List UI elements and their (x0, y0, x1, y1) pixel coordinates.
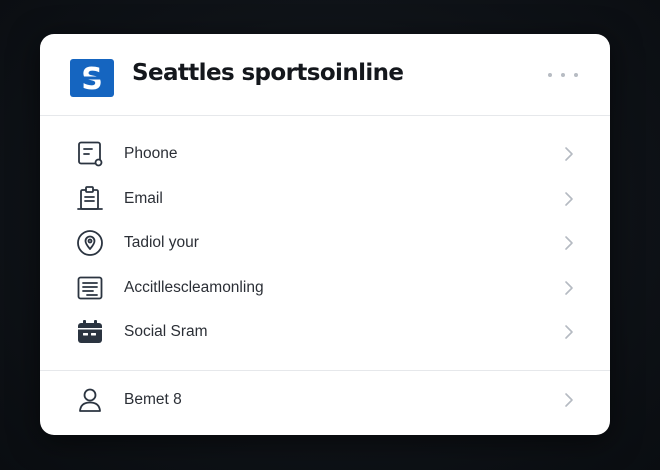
chevron-right-icon (562, 144, 576, 164)
chevron-right-icon (562, 233, 576, 253)
chevron-right-icon (562, 390, 576, 410)
section-divider (40, 370, 610, 371)
menu-item-location[interactable]: Tadiol your (40, 221, 610, 266)
document-list-icon (75, 273, 105, 303)
menu-item-label: Email (124, 189, 163, 207)
calendar-icon (75, 317, 105, 347)
more-horizontal-icon (561, 73, 565, 77)
menu-item-label: Tadiol your (124, 234, 199, 252)
user-icon (75, 385, 105, 415)
menu-item-account[interactable]: Accitllescleamonling (40, 266, 610, 311)
menu-item-label: Phoone (124, 145, 178, 163)
menu-item-profile[interactable]: Bemet 8 (40, 378, 610, 422)
page-title: Seattles sportsoinline (132, 60, 404, 86)
more-horizontal-icon (574, 73, 578, 77)
menu-item-label: Accitllescleamonling (124, 278, 264, 296)
location-pin-icon (75, 228, 105, 258)
menu-item-social[interactable]: Social Sram (40, 310, 610, 355)
chevron-right-icon (562, 189, 576, 209)
menu-item-email[interactable]: Email (40, 177, 610, 222)
chevron-right-icon (562, 278, 576, 298)
more-horizontal-icon (548, 73, 552, 77)
menu-item-label: Bemet 8 (124, 391, 182, 408)
card-header: S Seattles sportsoinline (40, 34, 610, 116)
logo-s-icon: S (77, 62, 107, 97)
brand-logo: S (70, 59, 114, 97)
chevron-right-icon (562, 322, 576, 342)
menu-item-label: Social Sram (124, 323, 208, 341)
sports-menu-card: S Seattles sportsoinline Phoone (40, 34, 610, 435)
more-options-button[interactable] (548, 66, 578, 84)
clipboard-icon (75, 184, 105, 214)
menu-item-phone[interactable]: Phoone (40, 132, 610, 177)
phone-card-icon (75, 139, 105, 169)
menu-list: Phoone Email Tadiol your Accitllescleamo… (40, 132, 610, 355)
